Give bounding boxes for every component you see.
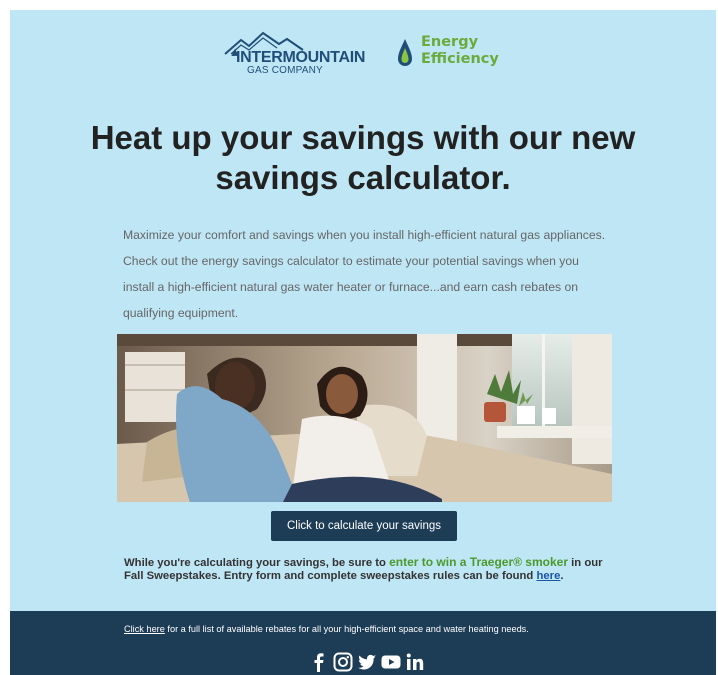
footer-rebates-text: Click here for a full list of available … [124, 624, 529, 634]
rebates-link[interactable]: Click here [124, 624, 165, 634]
hero-image [117, 334, 612, 502]
program-name-line1: Energy [421, 34, 479, 50]
facebook-icon[interactable] [308, 651, 330, 673]
flame-drop-icon [398, 39, 412, 66]
instagram-icon[interactable] [332, 651, 354, 673]
couple-relaxing-image [117, 334, 612, 502]
promo-text-start: While you're calculating your savings, b… [124, 557, 390, 569]
intermountain-logo[interactable]: INTERMOUNTAIN GAS COMPANY [223, 30, 383, 82]
footer: Click here for a full list of available … [10, 611, 716, 675]
company-subtitle: GAS COMPANY [247, 65, 323, 76]
footer-text-rest: for a full list of available rebates for… [164, 624, 529, 634]
intro-paragraph: Maximize your comfort and savings when y… [123, 228, 606, 320]
email-body: INTERMOUNTAIN GAS COMPANY Energy Efficie… [10, 10, 716, 675]
program-name-line2: Efficiency [421, 51, 499, 67]
energy-efficiency-logo: Energy Efficiency [421, 34, 499, 68]
headline: Heat up your savings with our new saving… [90, 119, 636, 196]
sweepstakes-text: While you're calculating your savings, b… [124, 556, 624, 583]
header-logos: INTERMOUNTAIN GAS COMPANY Energy Efficie… [223, 30, 533, 82]
social-links [308, 651, 426, 675]
youtube-icon[interactable] [380, 651, 402, 673]
calculate-savings-button[interactable]: Click to calculate your savings [271, 511, 457, 541]
sweepstakes-link[interactable]: enter to win a Traeger® smoker [389, 555, 568, 569]
linkedin-icon[interactable] [404, 651, 426, 673]
sweepstakes-rules-link[interactable]: here [536, 570, 560, 582]
promo-text-end: . [560, 570, 564, 582]
twitter-icon[interactable] [356, 651, 378, 673]
